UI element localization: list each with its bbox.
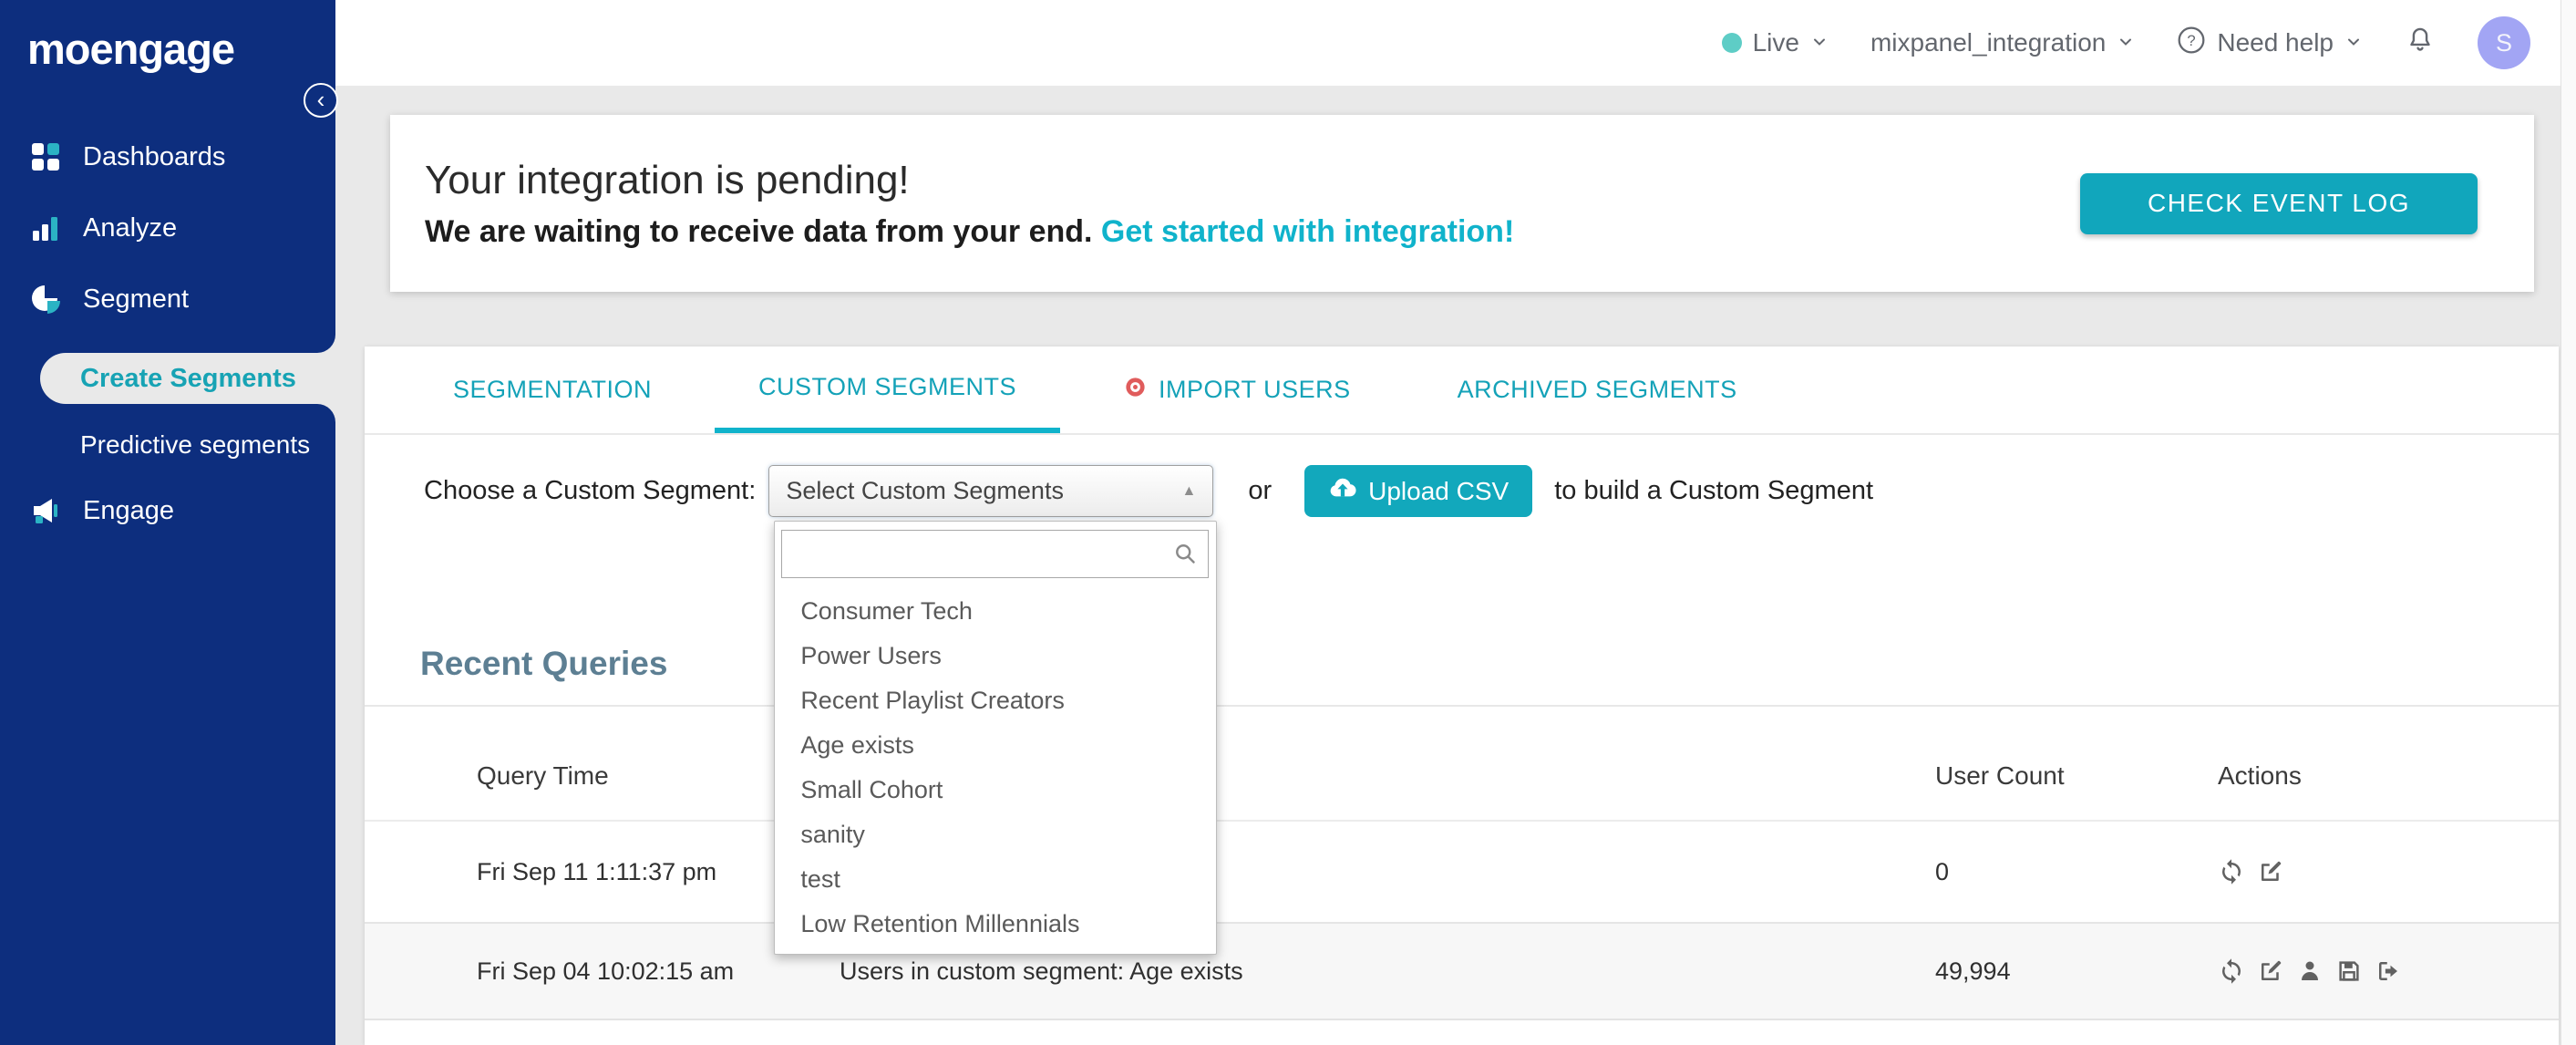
cloud-upload-icon	[1328, 473, 1357, 509]
save-icon[interactable]	[2335, 957, 2363, 985]
dropdown-option[interactable]: test	[775, 857, 1216, 902]
tab-archived-segments[interactable]: ARCHIVED SEGMENTS	[1414, 347, 1781, 433]
banner-subtitle: We are waiting to receive data from your…	[425, 213, 1515, 249]
sidebar-item-label: Analyze	[83, 212, 178, 243]
or-text: or	[1248, 476, 1273, 505]
avatar-initial: S	[2495, 28, 2512, 57]
refresh-icon[interactable]	[2218, 858, 2245, 885]
environment-label: Live	[1752, 28, 1799, 57]
recent-queries-title: Recent Queries	[420, 645, 668, 682]
row-actions	[2218, 858, 2559, 885]
row-actions	[2218, 957, 2559, 985]
table-row: Fri Sep 11 1:11:37 pm 0	[365, 822, 2559, 924]
notifications-button[interactable]	[2405, 25, 2436, 62]
sidebar-item-label: Segment	[83, 284, 190, 314]
tab-custom-segments[interactable]: CUSTOM SEGMENTS	[715, 347, 1061, 433]
tab-bar: SEGMENTATION CUSTOM SEGMENTS IMPORT USER…	[365, 347, 2559, 435]
segment-chooser-row: Choose a Custom Segment: Select Custom S…	[365, 435, 2559, 955]
live-dot-icon	[1721, 33, 1742, 53]
dropdown-option[interactable]: Power Users	[775, 634, 1216, 678]
sidebar-item-segment[interactable]: Segment	[0, 264, 335, 335]
user-count: 49,994	[1935, 957, 2011, 985]
sidebar-item-label: Predictive segments	[80, 430, 311, 459]
moengage-app: moengage Dashboards Analyze Segment Crea…	[0, 0, 2576, 1045]
target-icon	[1123, 375, 1148, 406]
chevron-down-icon	[2344, 28, 2363, 57]
caret-up-icon: ▲	[1181, 482, 1197, 499]
dropdown-search	[781, 530, 1210, 578]
user-icon[interactable]	[2296, 957, 2324, 985]
engage-icon	[30, 495, 61, 526]
sidebar-item-label: Create Segments	[80, 363, 296, 393]
custom-segment-select[interactable]: Select Custom Segments ▲	[768, 465, 1214, 517]
sidebar-menu: Dashboards Analyze Segment Create Segmen…	[0, 121, 335, 546]
sidebar-item-label: Engage	[83, 495, 174, 525]
dropdown-option[interactable]: Age exists	[775, 723, 1216, 768]
custom-segment-select-wrap: Select Custom Segments ▲ Consumer Tech Po…	[768, 465, 1218, 955]
dropdown-option[interactable]: Small Cohort	[775, 768, 1216, 812]
refresh-icon[interactable]	[2218, 957, 2245, 985]
search-icon	[1173, 542, 1198, 574]
query-time: Fri Sep 04 10:02:15 am	[477, 957, 735, 985]
chevron-down-icon	[2117, 28, 2135, 57]
chooser-label: Choose a Custom Segment:	[424, 476, 757, 505]
dropdown-option[interactable]: sanity	[775, 812, 1216, 857]
banner-text: Your integration is pending! We are wait…	[425, 158, 1514, 250]
tab-import-users[interactable]: IMPORT USERS	[1079, 347, 1395, 433]
table-row: Fri Sep 04 10:02:15 am Users in custom s…	[365, 924, 2559, 1020]
sidebar-collapse-button[interactable]: ‹	[304, 83, 338, 118]
segment-icon	[30, 284, 61, 315]
chevron-down-icon	[1810, 28, 1829, 57]
search-input[interactable]	[781, 530, 1210, 578]
analyze-icon	[30, 212, 61, 243]
get-started-link[interactable]: Get started with integration!	[1101, 214, 1514, 249]
col-user-count: User Count	[1935, 761, 2065, 790]
edit-icon[interactable]	[2257, 957, 2284, 985]
help-label: Need help	[2217, 28, 2334, 57]
check-event-log-button[interactable]: CHECK EVENT LOG	[2080, 172, 2478, 234]
rounded-corner	[40, 404, 335, 422]
sidebar-item-dashboards[interactable]: Dashboards	[0, 121, 335, 192]
sidebar-item-create-segments[interactable]: Create Segments	[40, 353, 335, 404]
sidebar-item-engage[interactable]: Engage	[0, 475, 335, 546]
table-header-row: Query Time User Count Actions	[365, 707, 2559, 822]
tab-segmentation[interactable]: SEGMENTATION	[409, 347, 696, 433]
user-count: 0	[1935, 857, 1950, 885]
segment-dropdown-panel: Consumer Tech Power Users Recent Playlist …	[774, 521, 1218, 955]
topbar: Live mixpanel_integration ? Need help S	[335, 0, 2576, 86]
project-dropdown[interactable]: mixpanel_integration	[1870, 28, 2135, 57]
dropdown-option[interactable]: Low Retention Millennials	[775, 902, 1216, 947]
banner-title: Your integration is pending!	[425, 157, 910, 202]
rounded-corner	[40, 335, 335, 353]
edit-icon[interactable]	[2257, 858, 2284, 885]
environment-dropdown[interactable]: Live	[1721, 28, 1829, 57]
sidebar-item-label: Dashboards	[83, 141, 226, 171]
question-circle-icon: ?	[2177, 26, 2206, 61]
integration-banner: Your integration is pending! We are wait…	[390, 115, 2534, 292]
dropdown-options: Consumer Tech Power Users Recent Playlist …	[775, 589, 1216, 947]
dashboards-icon	[30, 141, 61, 172]
segments-card: SEGMENTATION CUSTOM SEGMENTS IMPORT USER…	[365, 347, 2559, 1045]
user-avatar[interactable]: S	[2478, 16, 2530, 69]
dropdown-option[interactable]: Recent Playlist Creators	[775, 678, 1216, 723]
scrollbar[interactable]	[2561, 0, 2576, 1045]
bell-icon	[2405, 25, 2436, 62]
help-dropdown[interactable]: ? Need help	[2177, 26, 2363, 61]
sidebar-item-analyze[interactable]: Analyze	[0, 192, 335, 264]
project-name: mixpanel_integration	[1870, 28, 2107, 57]
dropdown-option[interactable]: Consumer Tech	[775, 589, 1216, 634]
sidebar-item-predictive-segments[interactable]: Predictive segments	[0, 422, 335, 468]
svg-text:?: ?	[2188, 31, 2196, 48]
upload-csv-button[interactable]: Upload CSV	[1304, 465, 1533, 517]
query-description: Users in custom segment: Age exists	[840, 957, 1243, 985]
select-value: Select Custom Segments	[786, 477, 1064, 504]
col-actions: Actions	[2218, 761, 2302, 790]
moengage-logo: moengage	[27, 25, 235, 73]
sidebar: moengage Dashboards Analyze Segment Crea…	[0, 0, 335, 1045]
suffix-text: to build a Custom Segment	[1554, 476, 1874, 505]
export-icon[interactable]	[2375, 957, 2402, 985]
